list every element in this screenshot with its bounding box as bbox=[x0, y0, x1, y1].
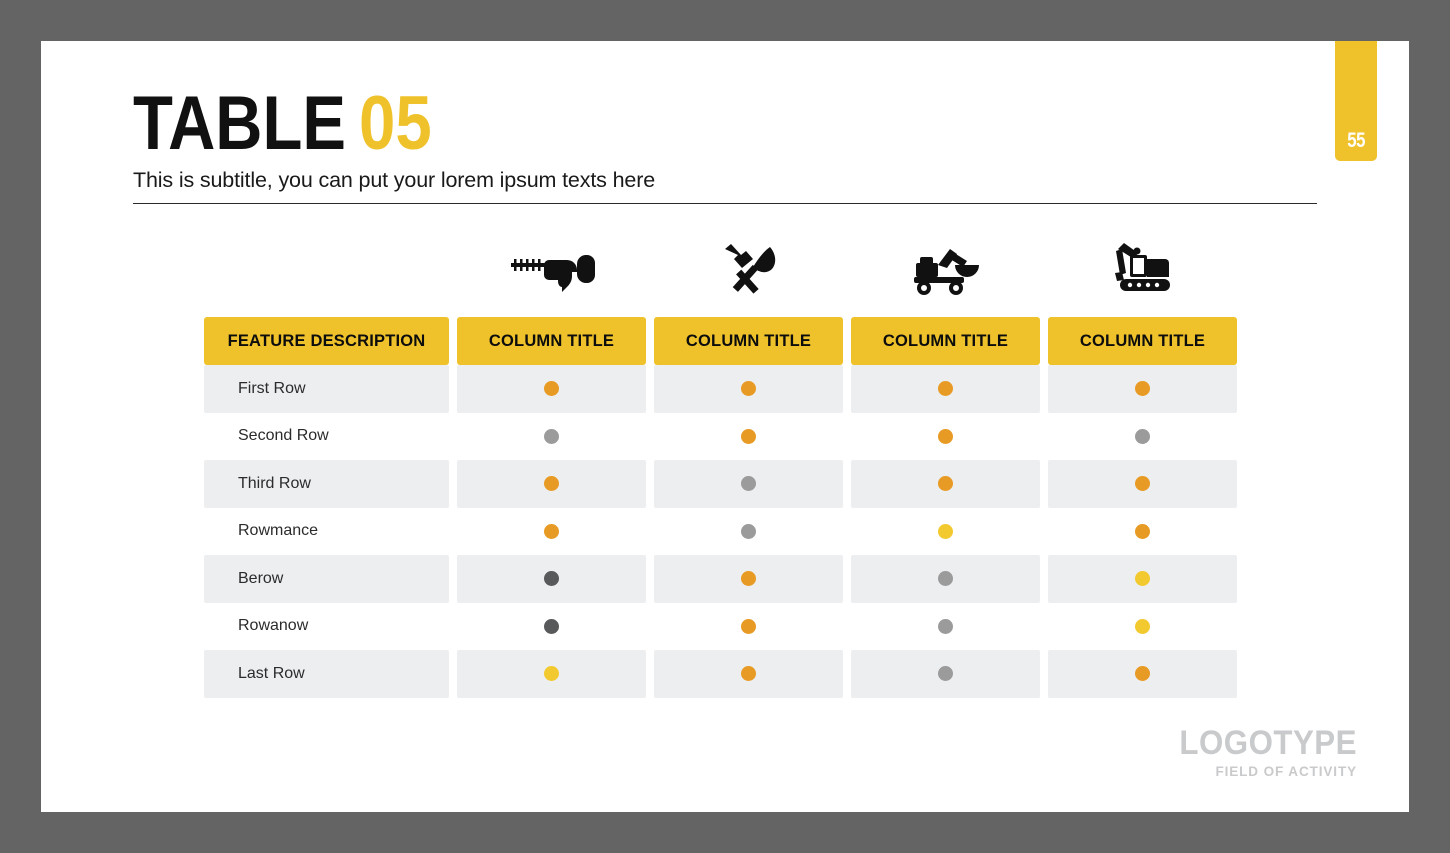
table-row[interactable]: Berow bbox=[204, 555, 1237, 603]
status-dot-yellow bbox=[1135, 618, 1150, 634]
slide-header: TABLE 05 This is subtitle, you can put y… bbox=[133, 81, 1317, 204]
tracked-excavator-icon bbox=[1048, 239, 1237, 299]
status-dot-orange bbox=[544, 381, 559, 397]
page-number-tab: 55 bbox=[1335, 41, 1377, 161]
status-dot-orange bbox=[1135, 381, 1150, 397]
hammer-trowel-icon bbox=[654, 243, 843, 299]
status-dot-gray bbox=[741, 523, 756, 539]
table-cell[interactable] bbox=[851, 555, 1040, 603]
table-cell[interactable] bbox=[654, 555, 843, 603]
column-header-feature[interactable]: FEATURE DESCRIPTION bbox=[204, 317, 449, 365]
table-cell[interactable] bbox=[1048, 650, 1237, 698]
row-label: Rowmance bbox=[238, 522, 319, 540]
table-cell[interactable] bbox=[1048, 365, 1237, 413]
row-label: Rowanow bbox=[238, 617, 309, 635]
table-row[interactable]: Second Row bbox=[204, 413, 1237, 461]
table-cell[interactable] bbox=[851, 413, 1040, 461]
status-dot-gray bbox=[1135, 428, 1150, 444]
status-dot-gray bbox=[938, 571, 953, 587]
table-icon-row bbox=[204, 221, 1237, 299]
table-cell[interactable] bbox=[1048, 508, 1237, 556]
title-main-text: TABLE bbox=[133, 81, 346, 166]
logo-tagline: FIELD OF ACTIVITY bbox=[1215, 764, 1357, 779]
table-cell[interactable] bbox=[654, 365, 843, 413]
header-divider bbox=[133, 202, 1317, 204]
table-row[interactable]: First Row bbox=[204, 365, 1237, 413]
table-cell[interactable] bbox=[654, 603, 843, 651]
status-dot-orange bbox=[1135, 476, 1150, 492]
logo-name: LOGOTYPE bbox=[1179, 724, 1357, 762]
wheeled-excavator-icon bbox=[851, 243, 1040, 299]
status-dot-dark bbox=[544, 571, 559, 587]
page-number-label: 55 bbox=[1347, 129, 1365, 152]
row-label: Berow bbox=[204, 555, 449, 603]
status-dot-orange bbox=[938, 381, 953, 397]
column-header-4[interactable]: COLUMN TITLE bbox=[1048, 317, 1237, 365]
table-cell[interactable] bbox=[457, 603, 646, 651]
column-header-2[interactable]: COLUMN TITLE bbox=[654, 317, 843, 365]
table-row[interactable]: Third Row bbox=[204, 460, 1237, 508]
page-subtitle: This is subtitle, you can put your lorem… bbox=[133, 167, 656, 192]
row-label: Second Row bbox=[238, 427, 329, 445]
status-dot-orange bbox=[1135, 666, 1150, 682]
table-cell[interactable] bbox=[851, 365, 1040, 413]
table-row[interactable]: Rowmance bbox=[204, 508, 1237, 556]
status-dot-gray bbox=[741, 476, 756, 492]
table-cell[interactable] bbox=[1048, 603, 1237, 651]
status-dot-yellow bbox=[938, 523, 953, 539]
title-number-text: 05 bbox=[358, 81, 432, 166]
table-cell[interactable] bbox=[654, 650, 843, 698]
table-cell[interactable] bbox=[457, 460, 646, 508]
table-cell[interactable] bbox=[851, 508, 1040, 556]
table-body: First Row Second Row Third Row Rowmance Bero… bbox=[204, 365, 1237, 698]
row-label: First Row bbox=[204, 365, 449, 413]
table-cell[interactable] bbox=[851, 460, 1040, 508]
table-cell[interactable] bbox=[457, 650, 646, 698]
page-title: TABLE 05 bbox=[133, 81, 1317, 166]
status-dot-yellow bbox=[544, 666, 559, 682]
status-dot-orange bbox=[544, 476, 559, 492]
status-dot-orange bbox=[938, 476, 953, 492]
table-cell[interactable] bbox=[851, 603, 1040, 651]
status-dot-orange bbox=[741, 666, 756, 682]
row-label: Last Row bbox=[204, 650, 449, 698]
table-header-row: FEATURE DESCRIPTION COLUMN TITLE COLUMN … bbox=[204, 317, 1237, 365]
status-dot-gray bbox=[544, 428, 559, 444]
drill-icon bbox=[457, 243, 646, 299]
table-cell[interactable] bbox=[457, 365, 646, 413]
status-dot-orange bbox=[544, 523, 559, 539]
row-label: Third Row bbox=[204, 460, 449, 508]
status-dot-orange bbox=[1135, 523, 1150, 539]
status-dot-orange bbox=[741, 381, 756, 397]
slide-canvas: 55 TABLE 05 This is subtitle, you can pu… bbox=[41, 41, 1409, 812]
table-cell[interactable] bbox=[851, 650, 1040, 698]
table-cell[interactable] bbox=[457, 508, 646, 556]
table-cell[interactable] bbox=[1048, 413, 1237, 461]
status-dot-orange bbox=[938, 428, 953, 444]
status-dot-yellow bbox=[1135, 571, 1150, 587]
table-cell[interactable] bbox=[654, 460, 843, 508]
status-dot-orange bbox=[741, 618, 756, 634]
status-dot-gray bbox=[938, 618, 953, 634]
table-cell[interactable] bbox=[654, 413, 843, 461]
table-cell[interactable] bbox=[457, 555, 646, 603]
table-row[interactable]: Rowanow bbox=[204, 603, 1237, 651]
comparison-table: FEATURE DESCRIPTION COLUMN TITLE COLUMN … bbox=[204, 221, 1237, 698]
table-cell[interactable] bbox=[1048, 555, 1237, 603]
logo: LOGOTYPE FIELD OF ACTIVITY bbox=[1164, 726, 1357, 779]
table-cell[interactable] bbox=[457, 413, 646, 461]
table-cell[interactable] bbox=[1048, 460, 1237, 508]
column-header-3[interactable]: COLUMN TITLE bbox=[851, 317, 1040, 365]
table-cell[interactable] bbox=[654, 508, 843, 556]
column-header-1[interactable]: COLUMN TITLE bbox=[457, 317, 646, 365]
status-dot-gray bbox=[938, 666, 953, 682]
status-dot-orange bbox=[741, 571, 756, 587]
status-dot-orange bbox=[741, 428, 756, 444]
table-row[interactable]: Last Row bbox=[204, 650, 1237, 698]
status-dot-dark bbox=[544, 618, 559, 634]
